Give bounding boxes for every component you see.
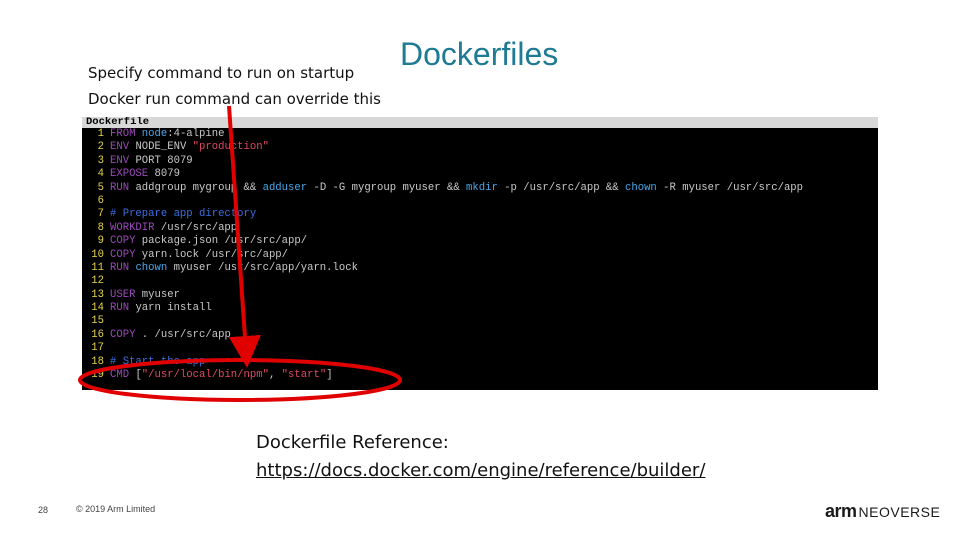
code-line: 5 RUN addgroup mygroup && adduser -D -G m… (82, 182, 878, 195)
code-line: 8 WORKDIR /usr/src/app (82, 222, 878, 235)
code-token: :4-alpine (167, 128, 225, 140)
line-number: 16 (91, 328, 104, 341)
slide-title: Dockerfiles (400, 36, 559, 72)
code-token: yarn install (135, 302, 212, 315)
code-listing: 1 FROM node:4-alpine 2 ENV NODE_ENV "produc… (82, 128, 878, 382)
code-token: -D -G mygroup myuser && (307, 181, 467, 194)
code-token: CMD (110, 369, 136, 382)
line-number: 13 (91, 288, 104, 301)
line-number: 11 (91, 261, 104, 274)
code-line: 4 EXPOSE 8079 (82, 168, 878, 181)
line-number: 9 (97, 235, 104, 248)
line-number: 15 (91, 315, 104, 328)
line-number: 4 (97, 168, 104, 181)
code-line: 3 ENV PORT 8079 (82, 155, 878, 168)
line-number: 8 (97, 221, 104, 234)
code-token: , (268, 369, 282, 382)
line-number: 18 (91, 355, 104, 368)
code-token: node (141, 128, 168, 140)
copyright-notice: © 2019 Arm Limited (76, 504, 156, 514)
code-line: 2 ENV NODE_ENV "production" (82, 141, 878, 154)
code-line: 6 (82, 195, 878, 208)
dockerfile-terminal: Dockerfile 1 FROM node:4-alpine 2 ENV NODE_… (82, 117, 878, 390)
code-token: 8079 (154, 168, 180, 181)
code-token: myuser /usr/src/app/yarn.lock (167, 261, 358, 274)
terminal-tab-label: Dockerfile (82, 117, 878, 128)
code-token: . /usr/src/app (141, 328, 231, 341)
code-token: ENV (110, 141, 136, 154)
code-token: chown (625, 181, 657, 194)
line-number: 17 (91, 342, 104, 355)
code-token: addgroup mygroup && (135, 181, 263, 194)
code-token: adduser (262, 181, 308, 194)
code-line: 16 COPY . /usr/src/app (82, 329, 878, 342)
code-token: /usr/src/app (160, 221, 238, 234)
line-number: 12 (91, 275, 104, 288)
code-token: "/usr/local/bin/npm" (141, 369, 269, 382)
code-line: 13 USER myuser (82, 289, 878, 302)
note-override: Docker run command can override this (88, 90, 381, 108)
code-line: 10 COPY yarn.lock /usr/src/app/ (82, 249, 878, 262)
code-token: USER (110, 288, 142, 301)
code-line: 12 (82, 275, 878, 288)
code-line: 9 COPY package.json /usr/src/app/ (82, 235, 878, 248)
code-token: "production" (192, 141, 269, 154)
code-token: package.json /usr/src/app/ (141, 235, 308, 248)
line-number: 7 (97, 208, 104, 221)
code-token: RUN (110, 302, 136, 315)
line-number: 5 (97, 181, 104, 194)
code-token: EXPOSE (110, 168, 155, 181)
code-line: 7 # Prepare app directory (82, 208, 878, 221)
code-line: 1 FROM node:4-alpine (82, 128, 878, 141)
note-startup-command: Specify command to run on startup (88, 64, 355, 82)
code-line: 11 RUN chown myuser /usr/src/app/yarn.loc… (82, 262, 878, 275)
code-token: NODE_ENV (135, 141, 193, 154)
reference-label: Dockerfile Reference: (256, 432, 449, 453)
code-token: PORT 8079 (135, 154, 193, 167)
code-token: RUN (110, 261, 136, 274)
line-number: 1 (97, 128, 104, 140)
code-line: 18 # Start the app (82, 356, 878, 369)
line-number: 14 (91, 302, 104, 315)
code-token: FROM (110, 128, 142, 140)
code-line: 14 RUN yarn install (82, 302, 878, 315)
code-token: RUN (110, 181, 136, 194)
code-token: COPY (110, 248, 142, 261)
code-token: -R myuser /usr/src/app (656, 181, 804, 194)
code-token: COPY (110, 328, 142, 341)
code-token: "start" (281, 369, 327, 382)
logo-product: NEOVERSE (858, 504, 941, 520)
code-token: ENV (110, 154, 136, 167)
arm-neoverse-logo: arm NEOVERSE (825, 501, 940, 522)
code-line: 15 (82, 315, 878, 328)
code-token: yarn.lock /usr/src/app/ (141, 248, 289, 261)
code-token: WORKDIR (110, 221, 161, 234)
code-token: mkdir (466, 181, 498, 194)
reference-link[interactable]: https://docs.docker.com/engine/reference… (256, 460, 705, 481)
line-number: 3 (97, 154, 104, 167)
code-line: 17 (82, 342, 878, 355)
line-number: 2 (97, 141, 104, 154)
code-token: ] (326, 369, 333, 382)
code-line: 19 CMD ["/usr/local/bin/npm", "start"] (82, 369, 878, 382)
code-token: myuser (141, 288, 180, 301)
line-number: 19 (91, 369, 104, 382)
code-token: -p /usr/src/app && (497, 181, 625, 194)
line-number: 10 (91, 248, 104, 261)
code-token: COPY (110, 235, 142, 248)
line-number: 6 (97, 194, 104, 207)
logo-brand: arm (825, 501, 857, 521)
code-token: # Start the app (110, 355, 206, 368)
page-number: 28 (38, 505, 49, 515)
code-token: chown (135, 261, 168, 274)
code-token: # Prepare app directory (110, 208, 257, 221)
